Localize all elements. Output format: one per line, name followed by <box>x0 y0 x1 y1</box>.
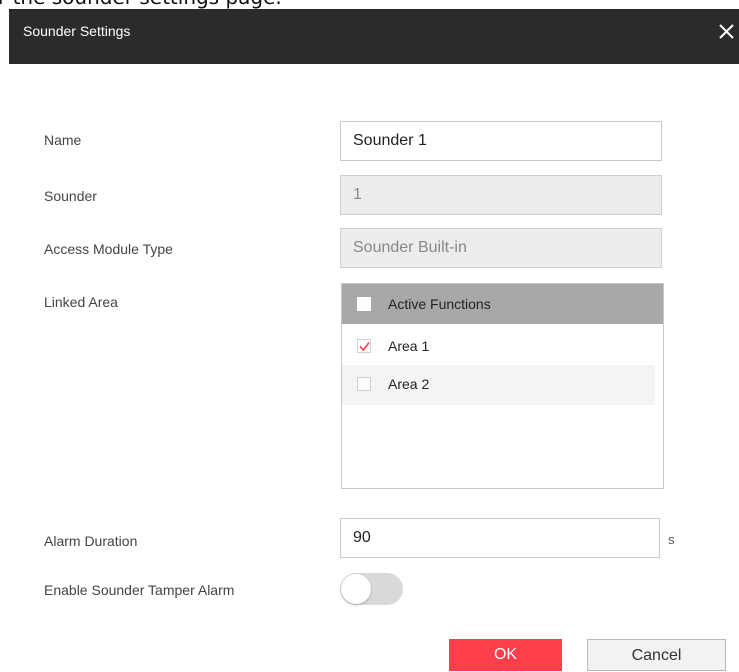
area-header-row[interactable]: Active Functions <box>342 284 663 324</box>
dialog-title-bar: Sounder Settings <box>9 9 739 64</box>
dialog-title: Sounder Settings <box>23 23 131 39</box>
sounder-label: Sounder <box>44 188 97 204</box>
tamper-alarm-label: Enable Sounder Tamper Alarm <box>44 582 235 598</box>
checkmark-icon <box>359 342 370 352</box>
area-1-label: Area 1 <box>388 338 430 354</box>
caption-text: r the sounder settings page. <box>0 0 282 9</box>
area-2-label: Area 2 <box>388 376 430 392</box>
cancel-button[interactable]: Cancel <box>587 639 726 671</box>
alarm-duration-unit: s <box>668 532 675 547</box>
linked-area-list: Active Functions Area 1 Area 2 <box>341 283 664 489</box>
area-2-checkbox[interactable] <box>357 377 371 391</box>
sounder-field: 1 <box>340 175 662 215</box>
name-label: Name <box>44 132 82 148</box>
toggle-knob <box>341 574 371 604</box>
access-module-type-label: Access Module Type <box>44 241 173 257</box>
alarm-duration-label: Alarm Duration <box>44 533 138 549</box>
area-list-item[interactable]: Area 2 <box>342 365 655 405</box>
area-list-item[interactable]: Area 1 <box>342 328 655 368</box>
access-module-type-field: Sounder Built-in <box>340 228 662 268</box>
page-caption: r the sounder settings page. <box>0 0 739 9</box>
alarm-duration-input[interactable]: 90 <box>340 518 660 558</box>
name-input[interactable]: Sounder 1 <box>340 121 662 161</box>
select-all-checkbox[interactable] <box>357 297 371 311</box>
tamper-alarm-toggle[interactable] <box>340 573 403 605</box>
area-header-label: Active Functions <box>388 296 491 312</box>
close-icon[interactable] <box>717 21 737 41</box>
ok-button[interactable]: OK <box>449 639 562 671</box>
linked-area-label: Linked Area <box>44 294 118 310</box>
area-1-checkbox[interactable] <box>357 339 371 353</box>
